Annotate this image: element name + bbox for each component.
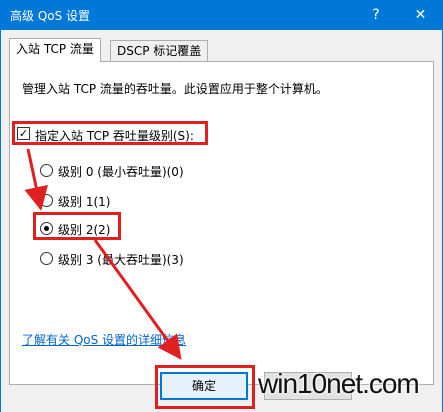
radio-label: 级别 3 (最大吞吐量)(3) <box>58 253 184 267</box>
radio-button[interactable] <box>40 164 53 177</box>
ok-button[interactable]: 确定 <box>160 372 248 400</box>
tab-label: 入站 TCP 流量 <box>16 42 94 56</box>
radio-button[interactable] <box>40 222 53 235</box>
radio-label: 级别 0 (最小吞吐量)(0) <box>58 165 184 179</box>
radio-dot <box>44 226 49 231</box>
checkbox-label: 指定入站 TCP 吞吐量级别(S): <box>35 129 194 143</box>
window-title: 高级 QoS 设置 <box>10 9 91 23</box>
tab-inbound-tcp[interactable]: 入站 TCP 流量 <box>9 38 101 62</box>
title-bar: 高级 QoS 设置 ? ✕ <box>0 0 443 30</box>
radio-label: 级别 2(2) <box>58 223 111 237</box>
radio-button[interactable] <box>40 194 53 207</box>
check-icon: ✓ <box>18 127 29 140</box>
radio-button[interactable] <box>40 252 53 265</box>
watermark: win10net.com <box>258 368 420 399</box>
description-text: 管理入站 TCP 流量的吞吐量。此设置应用于整个计算机。 <box>22 82 328 96</box>
checkbox-highlight: ✓ 指定入站 TCP 吞吐量级别(S): <box>12 121 208 145</box>
tab-dscp[interactable]: DSCP 标记覆盖 <box>110 40 209 62</box>
throughput-checkbox[interactable]: ✓ <box>17 127 30 140</box>
help-icon[interactable]: ? <box>358 0 394 30</box>
qos-info-link[interactable]: 了解有关 QoS 设置的详细信息 <box>22 331 186 348</box>
close-icon[interactable]: ✕ <box>398 0 443 30</box>
tab-label: DSCP 标记覆盖 <box>117 44 202 58</box>
radio-label: 级别 1(1) <box>58 195 111 209</box>
